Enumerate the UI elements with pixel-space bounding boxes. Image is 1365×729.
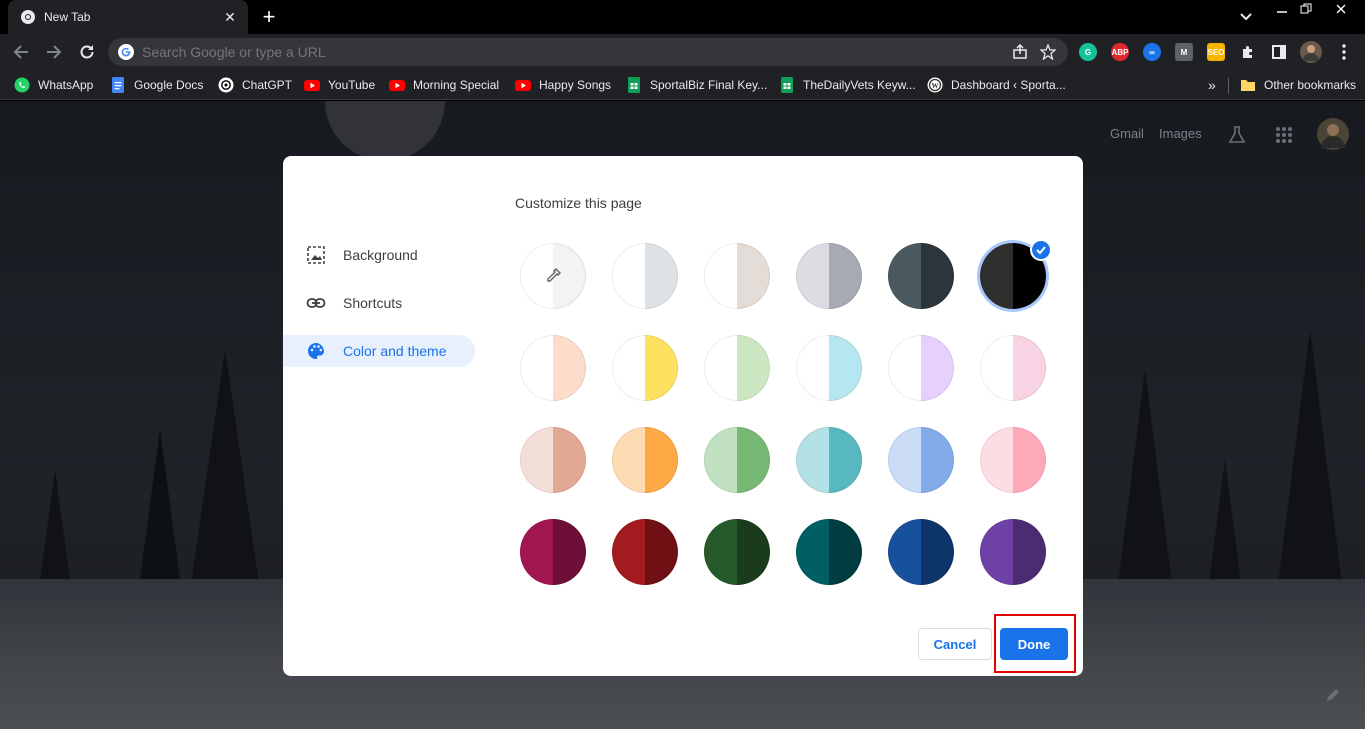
- forward-icon[interactable]: [43, 41, 65, 63]
- color-swatch[interactable]: [612, 335, 678, 401]
- bookmark-morning-special[interactable]: Morning Special: [389, 76, 499, 94]
- color-swatch[interactable]: [796, 427, 862, 493]
- cancel-button[interactable]: Cancel: [918, 628, 992, 660]
- labs-flask-icon[interactable]: [1226, 124, 1248, 146]
- done-button-highlight-box: [994, 614, 1076, 673]
- google-sheets-icon: [781, 77, 793, 93]
- youtube-icon: [389, 80, 405, 91]
- color-swatch[interactable]: [888, 335, 954, 401]
- color-swatch[interactable]: [980, 427, 1046, 493]
- bookmark-sportalbiz[interactable]: SportalBiz Final Key...: [626, 76, 767, 94]
- color-swatch[interactable]: [980, 335, 1046, 401]
- google-docs-icon: [112, 77, 124, 93]
- color-swatch[interactable]: [704, 243, 770, 309]
- chrome-icon: [21, 10, 35, 24]
- bookmarks-bar: WhatsApp Google Docs ChatGPT YouTube Mor…: [0, 70, 1365, 100]
- color-swatch[interactable]: [520, 427, 586, 493]
- chatgpt-icon: [218, 77, 234, 93]
- gmail-link[interactable]: Gmail: [1110, 126, 1144, 141]
- menu-item-background[interactable]: Background: [283, 239, 475, 271]
- color-swatch[interactable]: [612, 427, 678, 493]
- customize-pencil-icon[interactable]: [1324, 686, 1342, 704]
- menu-item-shortcuts[interactable]: Shortcuts: [283, 287, 475, 319]
- palette-icon: [305, 340, 327, 362]
- m-extension-icon[interactable]: M: [1175, 43, 1193, 61]
- color-swatch[interactable]: [796, 243, 862, 309]
- bookmarks-overflow-button[interactable]: »: [1208, 76, 1216, 94]
- youtube-icon: [515, 80, 531, 91]
- omnibox[interactable]: [108, 38, 1068, 66]
- color-swatch[interactable]: [520, 519, 586, 585]
- tab-new-tab[interactable]: New Tab ✕: [8, 0, 248, 34]
- color-swatch[interactable]: [704, 519, 770, 585]
- seo-extension-icon[interactable]: SEO: [1207, 43, 1225, 61]
- infinity-extension-icon[interactable]: ∞: [1143, 43, 1161, 61]
- bookmarks-divider: [1228, 78, 1229, 94]
- adblock-plus-icon[interactable]: ABP: [1111, 43, 1129, 61]
- extensions-puzzle-icon[interactable]: [1237, 41, 1259, 63]
- color-swatch[interactable]: [520, 335, 586, 401]
- svg-text:W: W: [932, 82, 939, 90]
- bookmark-happy-songs[interactable]: Happy Songs: [515, 76, 611, 94]
- toolbar: G ABP ∞ M SEO: [0, 34, 1365, 70]
- whatsapp-icon: [14, 77, 30, 93]
- background-image-icon: [305, 244, 327, 266]
- bookmark-youtube[interactable]: YouTube: [304, 76, 375, 94]
- share-icon[interactable]: [1006, 38, 1034, 66]
- wordpress-icon: W: [927, 77, 943, 93]
- tab-search-chevron-icon[interactable]: [1236, 8, 1256, 26]
- back-icon[interactable]: [10, 41, 32, 63]
- color-swatch[interactable]: [612, 243, 678, 309]
- tab-title: New Tab: [44, 10, 91, 24]
- bookmark-whatsapp[interactable]: WhatsApp: [14, 76, 93, 94]
- color-swatch[interactable]: [704, 427, 770, 493]
- color-swatch[interactable]: [704, 335, 770, 401]
- dialog-title: Customize this page: [515, 195, 642, 211]
- color-swatch[interactable]: [888, 243, 954, 309]
- images-link[interactable]: Images: [1159, 126, 1202, 141]
- new-tab-button[interactable]: +: [258, 6, 280, 29]
- color-swatch[interactable]: [888, 519, 954, 585]
- bookmark-thedailyvets[interactable]: TheDailyVets Keyw...: [779, 76, 916, 94]
- omnibox-input[interactable]: [142, 44, 1006, 60]
- color-swatch[interactable]: [888, 427, 954, 493]
- side-panel-icon[interactable]: [1268, 41, 1290, 63]
- bookmark-star-icon[interactable]: [1034, 38, 1062, 66]
- bookmark-dashboard[interactable]: W Dashboard ‹ Sporta...: [927, 76, 1066, 94]
- folder-icon: [1241, 80, 1255, 91]
- tab-strip: New Tab ✕ +: [0, 0, 1365, 34]
- bookmark-other-bookmarks[interactable]: Other bookmarks: [1240, 76, 1356, 94]
- reload-icon[interactable]: [76, 41, 98, 63]
- bookmark-google-docs[interactable]: Google Docs: [110, 76, 203, 94]
- youtube-icon: [304, 80, 320, 91]
- restore-icon[interactable]: [1292, 0, 1320, 18]
- bookmark-chatgpt[interactable]: ChatGPT: [218, 76, 292, 94]
- profile-avatar[interactable]: [1300, 41, 1322, 63]
- customize-dialog: Customize this page Background Shortcuts…: [283, 156, 1083, 676]
- account-avatar[interactable]: [1317, 118, 1349, 150]
- kebab-menu-icon[interactable]: [1333, 41, 1355, 63]
- custom-color-picker-swatch[interactable]: [520, 243, 586, 309]
- color-swatch[interactable]: [796, 335, 862, 401]
- color-swatch[interactable]: [980, 519, 1046, 585]
- menu-item-color-and-theme[interactable]: Color and theme: [283, 335, 475, 367]
- close-window-icon[interactable]: [1327, 0, 1355, 18]
- color-swatch[interactable]: [796, 519, 862, 585]
- apps-grid-icon[interactable]: [1273, 124, 1295, 146]
- tab-close-icon[interactable]: ✕: [222, 9, 238, 26]
- google-g-icon: [118, 44, 134, 60]
- grammarly-icon[interactable]: G: [1079, 43, 1097, 61]
- google-sheets-icon: [628, 77, 640, 93]
- selected-check-icon: [1030, 239, 1052, 261]
- link-icon: [305, 292, 327, 314]
- color-swatch[interactable]: [612, 519, 678, 585]
